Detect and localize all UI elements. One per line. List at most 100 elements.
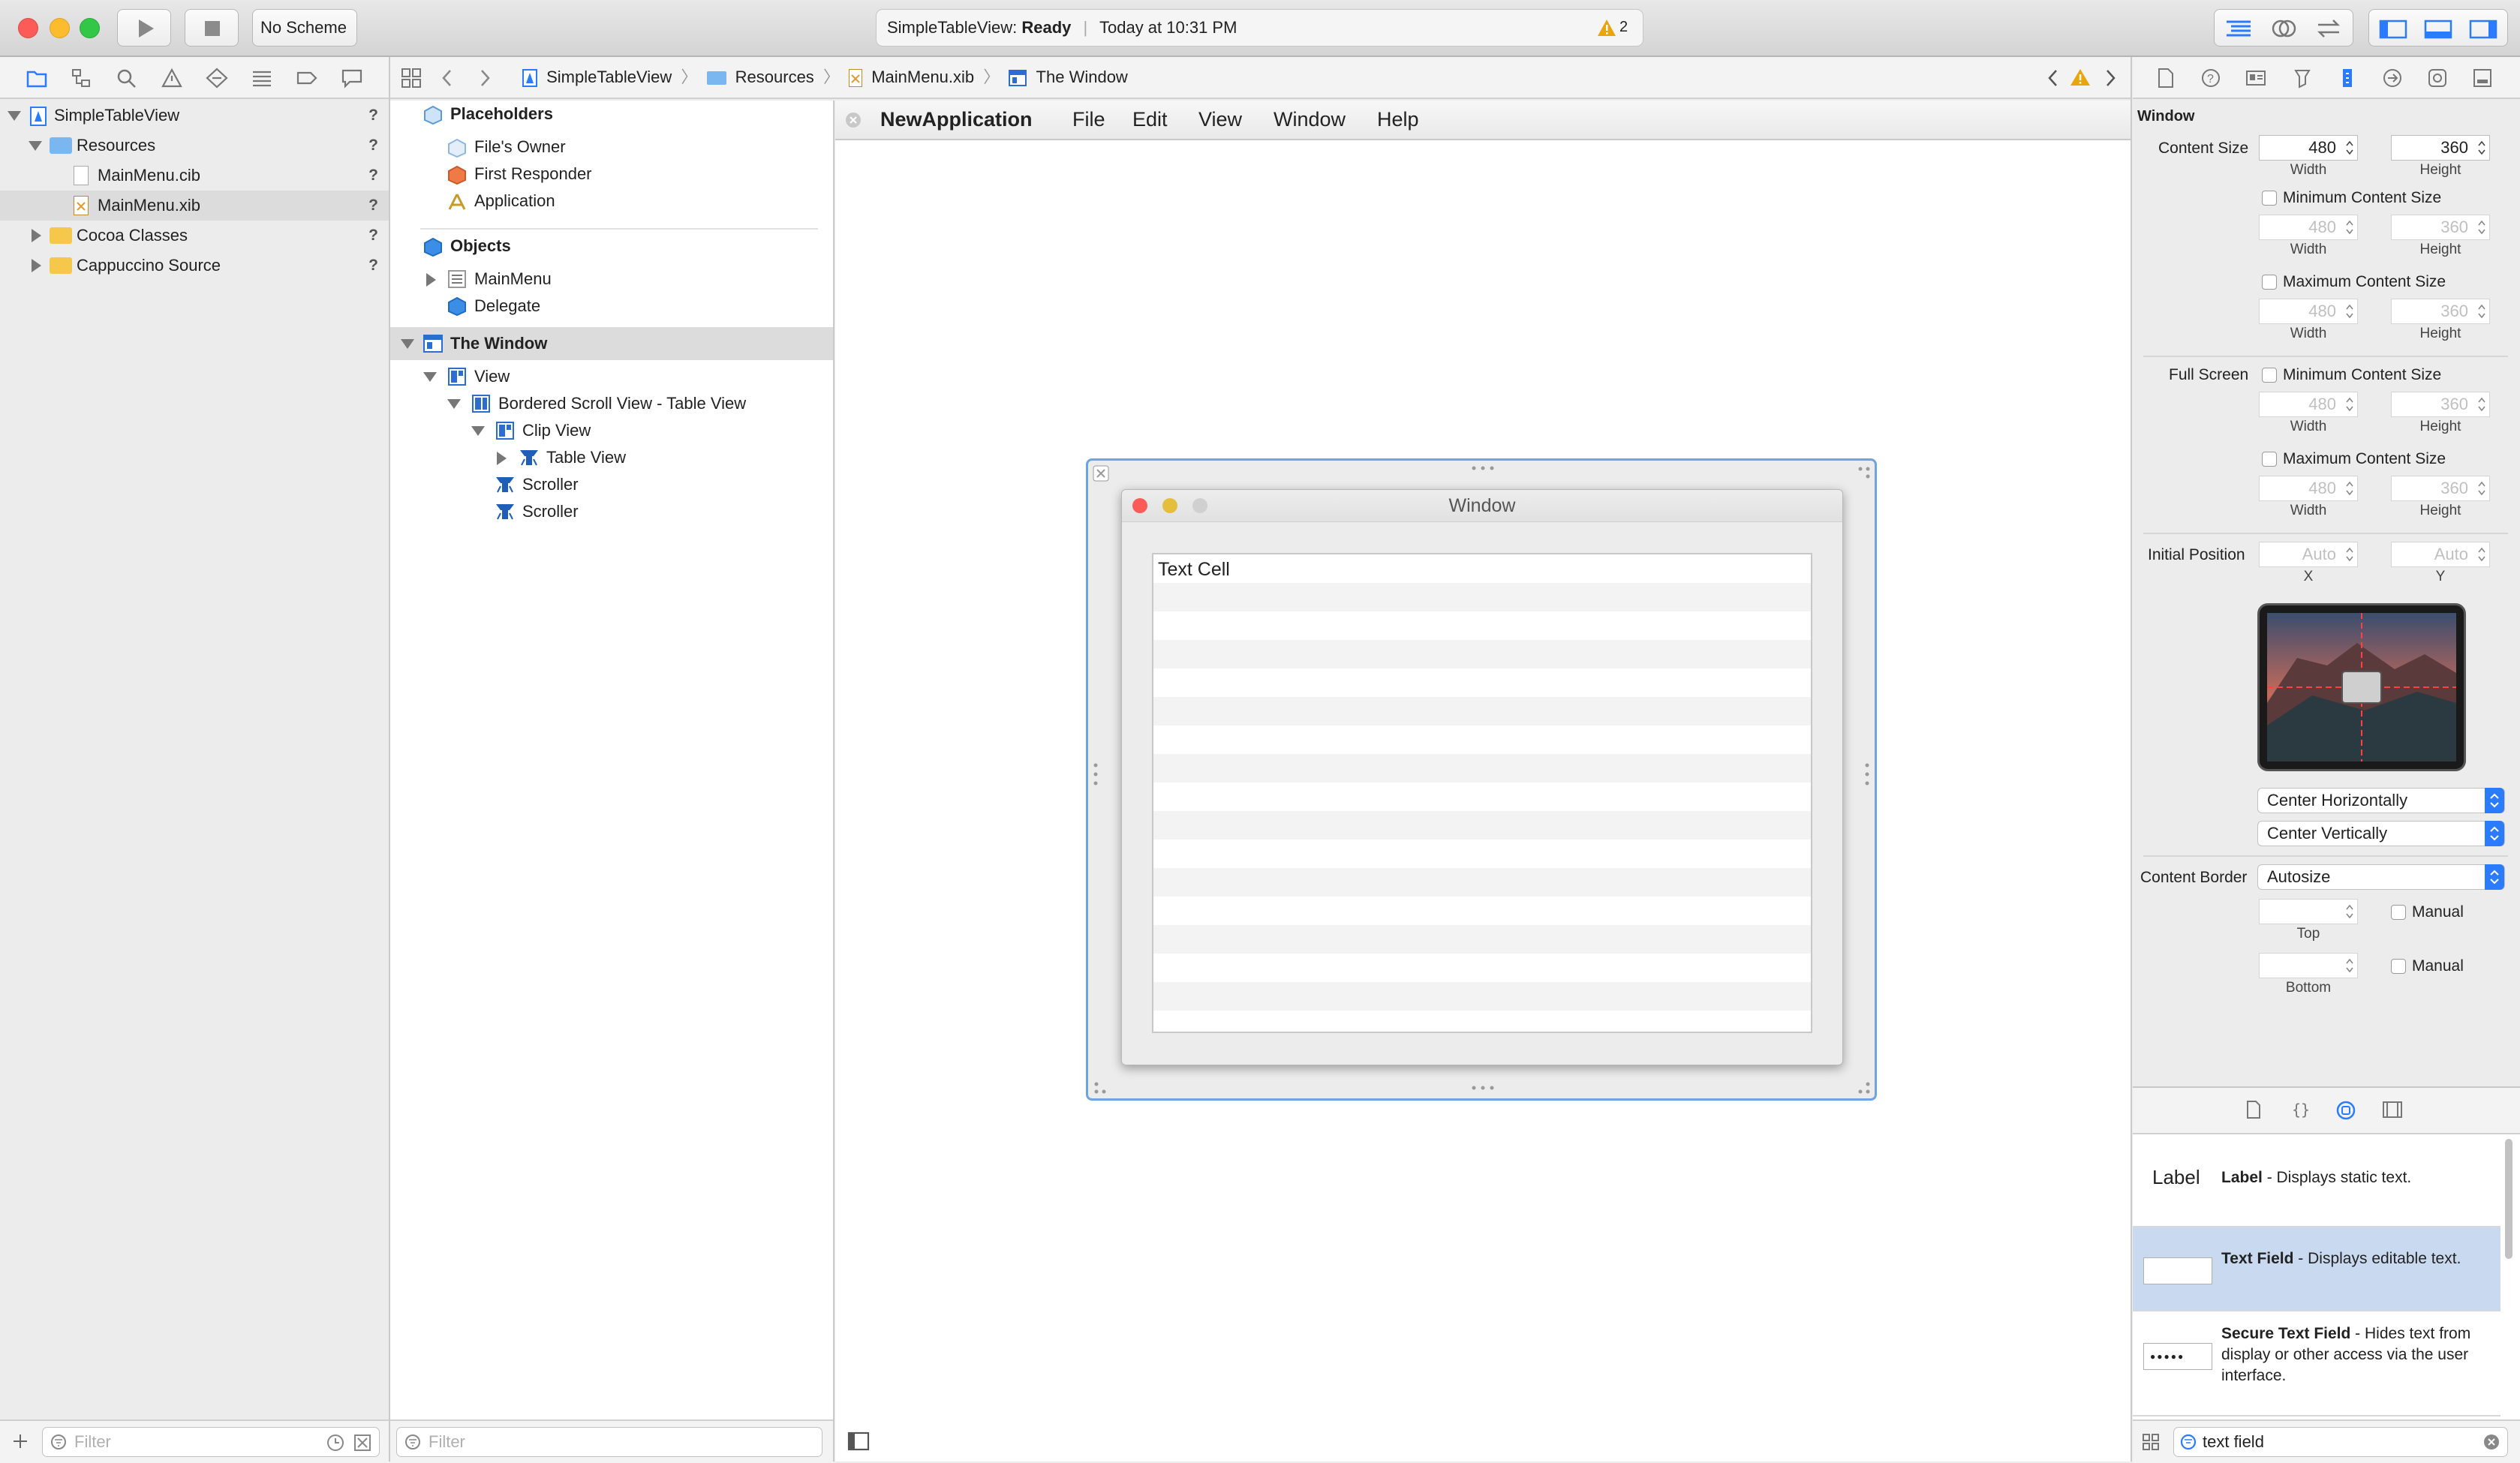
minimize-window-button[interactable] [50,18,70,38]
test-navigator-icon[interactable] [206,68,228,89]
content-width-field[interactable]: 480 [2259,135,2358,161]
table-row[interactable] [1153,925,1811,954]
menu-edit[interactable]: Edit [1132,101,1168,139]
table-row[interactable] [1153,554,1811,583]
connections-inspector-icon[interactable] [2382,68,2403,89]
table-row[interactable] [1153,982,1811,1011]
menu-window[interactable]: Window [1274,101,1346,139]
stepper-icon[interactable] [2345,957,2354,975]
scheme-selector[interactable]: No Scheme [252,9,357,47]
table-row[interactable] [1153,897,1811,925]
table-row[interactable] [1153,611,1811,640]
close-menu-icon[interactable] [844,111,862,129]
nav-item-cocoa-classes[interactable]: Cocoa Classes ? [0,221,390,251]
menu-view[interactable]: View [1198,101,1242,139]
stop-button[interactable] [185,9,239,47]
stepper-icon[interactable] [2477,479,2486,497]
navigator-filter-field[interactable]: Filter [42,1427,380,1457]
fs-max-height-field[interactable]: 360 [2391,476,2490,501]
fs-min-content-size-checkbox[interactable] [2262,368,2277,383]
disclosure-icon[interactable] [423,372,437,382]
table-row[interactable] [1153,697,1811,725]
version-editor-icon[interactable] [2314,17,2344,40]
resize-handle-icon[interactable] [1857,465,1872,480]
outline-item-files-owner[interactable]: File's Owner [448,134,566,161]
position-y-field[interactable]: Auto [2391,542,2490,567]
outline-placeholders-header[interactable]: Placeholders [424,101,553,128]
stepper-icon[interactable] [2345,545,2354,563]
bindings-inspector-icon[interactable] [2427,68,2448,89]
border-top-field[interactable] [2259,899,2358,924]
scm-filter-icon[interactable] [353,1434,371,1452]
stepper-icon[interactable] [2345,218,2354,236]
forward-icon[interactable] [477,68,492,89]
symbol-navigator-icon[interactable] [71,68,93,89]
fs-max-content-size-checkbox[interactable] [2262,452,2277,467]
content-height-field[interactable]: 360 [2391,135,2490,161]
table-row[interactable] [1153,640,1811,668]
window-selection-frame[interactable]: Window Text Cell [1086,458,1877,1101]
border-top-manual-checkbox[interactable] [2391,905,2406,920]
run-button[interactable] [117,9,171,47]
code-snippet-icon[interactable]: {} [2290,1100,2308,1119]
table-row[interactable] [1153,783,1811,811]
close-window-button[interactable] [18,18,38,38]
object-library-list[interactable]: Label Label - Displays static text. Text… [2133,1134,2520,1419]
max-content-size-checkbox[interactable] [2262,275,2277,290]
outline-filter-field[interactable]: Filter [396,1427,822,1457]
zoom-window-button[interactable] [80,18,100,38]
disclosure-icon[interactable] [401,339,414,349]
disclosure-icon[interactable] [447,399,461,409]
fs-max-width-field[interactable]: 480 [2259,476,2358,501]
resize-handle-icon[interactable] [1093,761,1099,788]
outline-item-delegate[interactable]: Delegate [448,293,540,320]
breakpoint-navigator-icon[interactable] [296,68,318,89]
debug-area-toggle-icon[interactable] [2423,19,2453,40]
table-row[interactable] [1153,668,1811,697]
center-vertically-popup[interactable]: Center Vertically [2257,821,2505,846]
table-row[interactable] [1153,583,1811,611]
content-border-popup[interactable]: Autosize [2257,864,2505,890]
breadcrumb-group[interactable]: Resources [735,68,814,86]
disclosure-icon[interactable] [29,141,42,151]
media-library-icon[interactable] [2382,1100,2403,1119]
disclosure-icon[interactable] [497,452,507,465]
quick-help-icon[interactable]: ? [2200,68,2221,89]
table-view[interactable]: Text Cell [1152,553,1812,1033]
issue-navigator-icon[interactable] [161,68,183,89]
resize-handle-icon[interactable] [1093,1080,1108,1095]
table-row[interactable] [1153,754,1811,783]
resize-handle-icon[interactable] [1469,1085,1496,1091]
related-items-icon[interactable] [401,68,422,89]
min-content-size-checkbox[interactable] [2262,191,2277,206]
breadcrumb-project[interactable]: SimpleTableView [546,68,672,86]
max-width-field[interactable]: 480 [2259,299,2358,324]
stepper-icon[interactable] [2345,395,2354,413]
fs-min-width-field[interactable]: 480 [2259,392,2358,417]
breadcrumb-file[interactable]: MainMenu.xib [871,68,974,86]
menu-help[interactable]: Help [1377,101,1419,139]
stepper-icon[interactable] [2477,218,2486,236]
object-library-icon[interactable] [2335,1100,2356,1121]
min-height-field[interactable]: 360 [2391,215,2490,240]
nav-item-mainmenu-cib[interactable]: MainMenu.cib ? [0,161,390,191]
clear-search-icon[interactable] [2483,1434,2500,1450]
project-navigator-icon[interactable] [26,68,48,89]
library-scrollbar[interactable] [2505,1139,2512,1259]
stepper-icon[interactable] [2345,903,2354,921]
outline-item-scroller-1[interactable]: Scroller [496,471,579,498]
stepper-icon[interactable] [2345,139,2354,157]
window-position-marker[interactable] [2341,671,2382,704]
recent-files-icon[interactable] [326,1434,344,1452]
file-inspector-icon[interactable] [2157,68,2175,89]
table-row[interactable] [1153,725,1811,754]
nav-item-cappuccino-source[interactable]: Cappuccino Source ? [0,251,390,281]
add-icon[interactable] [12,1433,29,1449]
disclosure-icon[interactable] [8,111,21,121]
outline-item-table-view[interactable]: Table View [497,444,626,471]
resize-handle-icon[interactable] [1469,465,1496,471]
nav-item-project[interactable]: SimpleTableView ? [0,101,390,131]
identity-inspector-icon[interactable] [2245,68,2266,89]
attributes-inspector-icon[interactable] [2292,68,2313,89]
nav-item-resources[interactable]: Resources ? [0,131,390,161]
